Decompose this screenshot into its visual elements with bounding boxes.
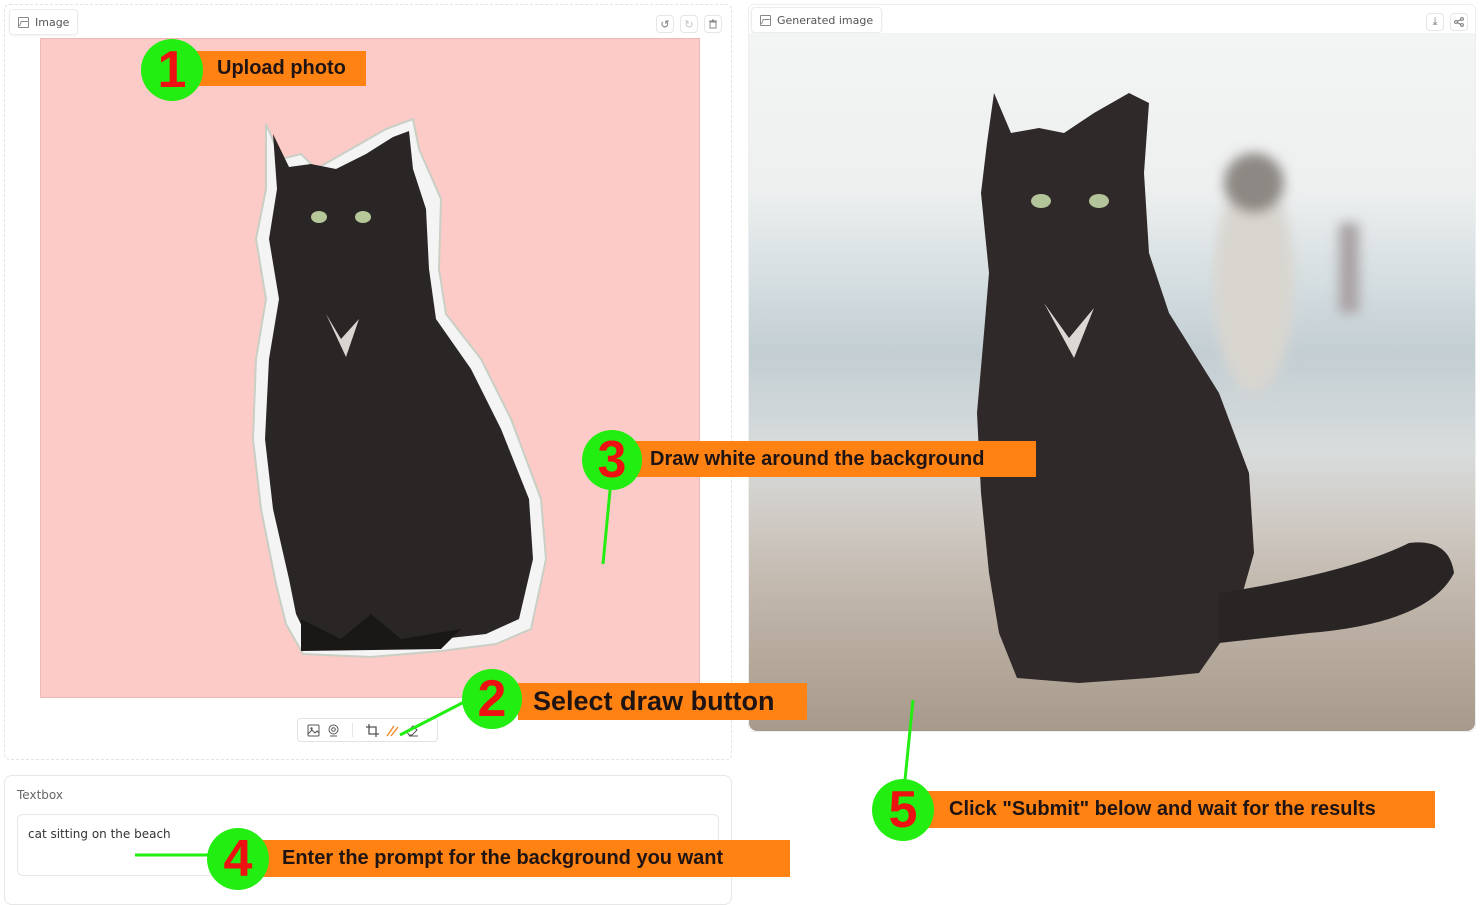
annotation-step-3: 3 xyxy=(582,430,642,490)
image-label: Image xyxy=(9,9,79,35)
beach-cat-image xyxy=(977,93,1454,683)
crop-button[interactable] xyxy=(365,723,379,737)
share-icon xyxy=(1454,17,1464,27)
download-button[interactable]: ⤓ xyxy=(1426,13,1444,31)
webcam-button[interactable] xyxy=(326,723,340,737)
annotation-banner-2: Select draw button xyxy=(518,683,807,720)
textbox-label: Textbox xyxy=(17,788,63,802)
brush-button[interactable] xyxy=(385,723,399,737)
share-button[interactable] xyxy=(1450,13,1468,31)
annotation-text-4: Enter the prompt for the background you … xyxy=(282,847,724,869)
toolbar-divider xyxy=(352,723,353,737)
cat-image xyxy=(251,117,548,659)
annotation-step-1: 1 xyxy=(141,39,203,101)
clear-button[interactable] xyxy=(704,15,722,33)
download-icon: ⤓ xyxy=(1432,15,1438,28)
annotation-text-5: Click "Submit" below and wait for the re… xyxy=(949,798,1376,820)
trash-icon xyxy=(709,19,717,29)
upload-image-icon xyxy=(307,724,319,736)
image-editor-canvas[interactable] xyxy=(40,38,700,698)
image-icon xyxy=(18,16,29,28)
annotation-banner-3: Draw white around the background xyxy=(635,441,1036,477)
generated-image xyxy=(749,33,1475,731)
annotation-text-2: Select draw button xyxy=(533,686,775,716)
annotation-step-2: 2 xyxy=(462,669,522,729)
annotation-step-4: 4 xyxy=(207,828,269,890)
image-editor-toolbar xyxy=(297,718,438,742)
annotation-banner-4: Enter the prompt for the background you … xyxy=(262,840,790,877)
annotation-banner-1: Upload photo xyxy=(195,51,366,86)
webcam-icon xyxy=(328,724,338,736)
brush-icon xyxy=(385,725,399,736)
annotation-text-3: Draw white around the background xyxy=(650,447,985,470)
eraser-button[interactable] xyxy=(405,723,419,737)
annotation-step-5: 5 xyxy=(872,779,934,841)
undo-button[interactable]: ↺ xyxy=(656,15,674,33)
crop-icon xyxy=(365,723,379,737)
undo-icon: ↺ xyxy=(660,17,670,31)
annotation-text-1: Upload photo xyxy=(217,57,346,79)
image-icon xyxy=(760,14,771,26)
redo-button[interactable]: ↻ xyxy=(680,15,698,33)
generated-image-label: Generated image xyxy=(751,7,883,33)
redo-icon: ↻ xyxy=(684,17,694,31)
upload-image-button[interactable] xyxy=(306,723,320,737)
generated-image-label-text: Generated image xyxy=(777,13,874,27)
eraser-icon xyxy=(405,724,418,736)
annotation-banner-5: Click "Submit" below and wait for the re… xyxy=(925,791,1435,828)
image-label-text: Image xyxy=(35,15,70,29)
